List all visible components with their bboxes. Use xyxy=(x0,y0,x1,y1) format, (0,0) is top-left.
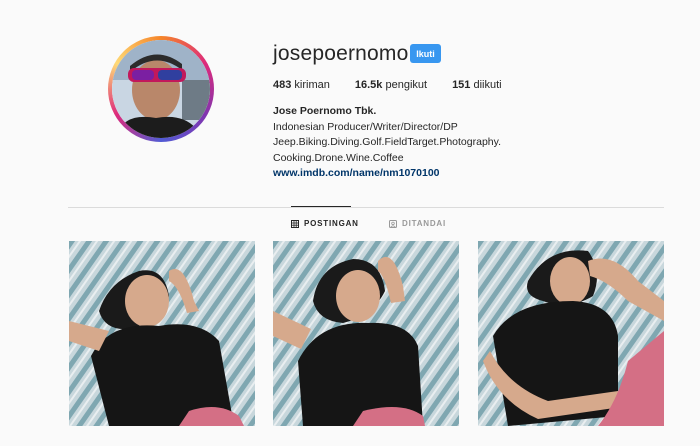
post-image xyxy=(69,241,255,426)
followers-count: 16.5k xyxy=(354,79,383,91)
active-tab-indicator xyxy=(291,206,351,207)
post-thumbnail-2[interactable] xyxy=(273,241,459,426)
post-image xyxy=(478,241,664,426)
profile-avatar-ring[interactable] xyxy=(108,36,214,142)
tag-icon xyxy=(389,219,397,228)
post-thumbnail-3[interactable] xyxy=(478,241,664,426)
bio-line-3: Cooking.Drone.Wine.Coffee xyxy=(273,151,404,164)
tab-posts[interactable]: POSTINGAN xyxy=(291,219,359,228)
profile-username: josepoernomo xyxy=(273,42,409,65)
bio-line-1: Indonesian Producer/Writer/Director/DP xyxy=(273,120,458,133)
posts-stat: 483 kiriman xyxy=(273,79,330,91)
bio-line-2: Jeep.Biking.Diving.Golf.FieldTarget.Phot… xyxy=(273,136,502,148)
avatar-photo xyxy=(112,40,210,138)
profile-bio: Jose Poernomo Tbk. Indonesian Producer/W… xyxy=(273,104,501,182)
tab-tagged-label: DITANDAI xyxy=(402,219,447,228)
profile-stats: 483 kiriman 16.5k pengikut 151 diikuti xyxy=(273,79,527,91)
tab-tagged[interactable]: DITANDAI xyxy=(389,219,446,228)
posts-count: 483 xyxy=(273,79,292,91)
avatar[interactable] xyxy=(112,40,210,138)
follow-button[interactable]: Ikuti xyxy=(410,44,441,63)
profile-website-link[interactable]: www.imdb.com/name/nm1070100 xyxy=(273,166,501,182)
followers-stat[interactable]: 16.5k pengikut xyxy=(355,79,427,91)
following-stat[interactable]: 151 diikuti xyxy=(452,79,502,91)
post-thumbnail-1[interactable] xyxy=(69,241,255,426)
tab-posts-label: POSTINGAN xyxy=(304,219,359,228)
grid-icon xyxy=(291,219,299,228)
following-label: diikuti xyxy=(473,79,502,91)
following-count: 151 xyxy=(452,79,471,91)
profile-full-name: Jose Poernomo Tbk. xyxy=(273,105,377,117)
profile-divider xyxy=(68,207,664,208)
post-image xyxy=(273,241,459,426)
followers-label: pengikut xyxy=(385,79,428,91)
posts-label: kiriman xyxy=(294,79,330,91)
